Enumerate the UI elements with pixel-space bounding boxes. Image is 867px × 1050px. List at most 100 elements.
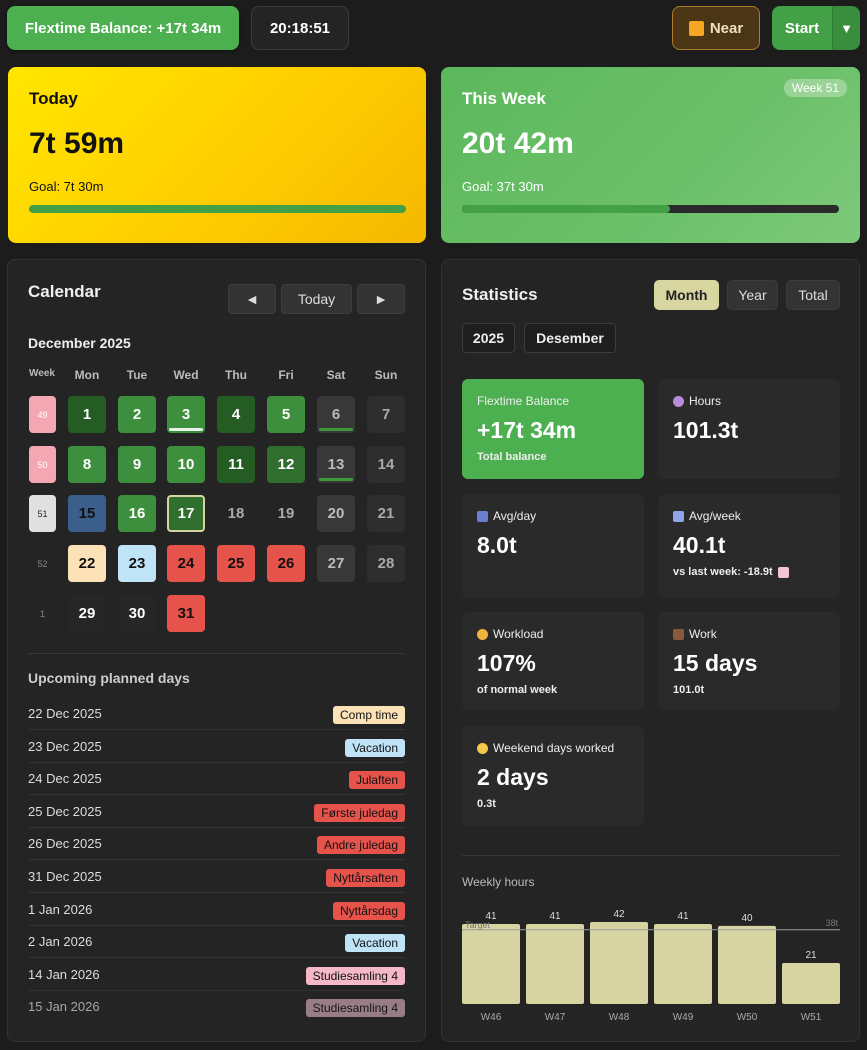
calendar-day[interactable]: 18: [217, 495, 255, 532]
upcoming-tag: Andre juledag: [316, 836, 405, 855]
upcoming-item[interactable]: 14 Jan 2026 Studiesamling 4: [28, 959, 405, 991]
bar-value-label: 41: [549, 911, 561, 922]
week-number: 52: [37, 558, 48, 569]
calendar-day[interactable]: 5: [267, 396, 305, 433]
upcoming-tag: Comp time: [332, 706, 405, 724]
calendar-day[interactable]: 22: [68, 545, 106, 582]
day-number: 13: [327, 456, 345, 473]
header-week: Week: [29, 368, 55, 379]
stat-label: Hours: [673, 394, 721, 408]
stat-value: 2 days: [477, 764, 549, 790]
upcoming-item[interactable]: 26 Dec 2025 Andre juledag: [28, 828, 405, 861]
stat-value: 101.3t: [673, 417, 739, 443]
calendar-day[interactable]: 12: [267, 446, 305, 483]
upcoming-date: 23 Dec 2025: [28, 738, 102, 754]
week-number-badge: Week 51: [783, 79, 847, 97]
calendar-day[interactable]: 27: [317, 545, 355, 582]
near-button[interactable]: Near: [672, 6, 760, 50]
tab-year[interactable]: Year: [727, 280, 778, 310]
upcoming-item[interactable]: 31 Dec 2025 Nyttårsaften: [28, 861, 405, 893]
upcoming-item[interactable]: 23 Dec 2025 Vacation: [28, 731, 405, 763]
calendar-day[interactable]: 4: [217, 396, 255, 433]
stat-label-text: Avg/week: [689, 509, 741, 523]
tab-total[interactable]: Total: [786, 280, 840, 310]
bar-W48[interactable]: [590, 922, 648, 1004]
calendar-day-today[interactable]: 17: [167, 495, 205, 532]
stat-sub: vs last week: -18.9t: [673, 566, 789, 578]
calendar-day[interactable]: 15: [68, 495, 106, 532]
stat-label: Work: [673, 627, 717, 641]
bar-W47[interactable]: [526, 923, 584, 1004]
x-tick-label: W50: [737, 1012, 758, 1023]
stat-card-avg-day: Avg/day 8.0t: [462, 494, 644, 598]
bar-W50[interactable]: [718, 925, 776, 1004]
day-underline: [319, 478, 353, 481]
calendar-day[interactable]: 11: [217, 446, 255, 483]
near-label: Near: [709, 19, 744, 37]
calendar-day[interactable]: 19: [267, 495, 305, 532]
calendar-day[interactable]: 16: [118, 495, 156, 532]
upcoming-item[interactable]: 25 Dec 2025 Første juledag: [28, 796, 405, 828]
bar-W51[interactable]: [782, 963, 840, 1004]
year-select[interactable]: 2025: [462, 323, 515, 353]
calendar-day[interactable]: 26: [267, 545, 305, 582]
calendar-day[interactable]: 31: [167, 595, 205, 632]
prev-month-button[interactable]: ◄: [228, 284, 276, 314]
calendar-day[interactable]: 7: [367, 396, 405, 433]
calendar-day[interactable]: 14: [367, 446, 405, 483]
upcoming-tag: Vacation: [345, 738, 405, 757]
calendar-day[interactable]: 10: [167, 446, 205, 483]
calendar-day[interactable]: 8: [68, 446, 106, 483]
calendar-day[interactable]: 20: [317, 495, 355, 532]
start-button[interactable]: Start: [772, 6, 832, 50]
calendar-day[interactable]: 2: [118, 396, 156, 433]
upcoming-item[interactable]: 15 Jan 2026 Studiesamling 4: [28, 991, 405, 1023]
header-thu: Thu: [225, 368, 247, 382]
start-dropdown-button[interactable]: ▼: [832, 6, 860, 50]
upcoming-item[interactable]: 22 Dec 2025 Comp time: [28, 698, 405, 730]
upcoming-item[interactable]: 24 Dec 2025 Julaften: [28, 763, 405, 796]
stat-label-text: Work: [689, 627, 717, 641]
bar-W49[interactable]: [654, 923, 712, 1004]
stat-value: 15 days: [673, 650, 758, 676]
stat-label-text: Avg/day: [493, 509, 537, 523]
x-tick-label: W47: [545, 1012, 566, 1023]
month-select[interactable]: Desember: [524, 323, 616, 353]
header-tue: Tue: [126, 368, 148, 382]
flexed-arm-icon: [477, 628, 488, 640]
upcoming-item[interactable]: 2 Jan 2026 Vacation: [28, 926, 405, 959]
calendar-day[interactable]: 29: [68, 595, 106, 632]
upcoming-item[interactable]: 1 Jan 2026 Nyttårsdag: [28, 894, 405, 926]
divider: [462, 855, 839, 856]
calendar-day[interactable]: 6: [317, 396, 355, 433]
next-month-button[interactable]: ►: [357, 284, 405, 314]
stat-value: +17t 34m: [477, 417, 577, 443]
header-sat: Sat: [326, 368, 346, 382]
tab-month[interactable]: Month: [654, 280, 719, 310]
trend-down-icon: [777, 566, 789, 578]
today-value: 7t 59m: [29, 127, 125, 160]
calendar-day[interactable]: 24: [167, 545, 205, 582]
calendar-day[interactable]: 13: [317, 446, 355, 483]
calendar-day[interactable]: 9: [118, 446, 156, 483]
calendar-day[interactable]: 21: [367, 495, 405, 532]
calendar-day[interactable]: 25: [217, 545, 255, 582]
calendar-day[interactable]: 23: [118, 545, 156, 582]
orange-square-icon: [688, 20, 704, 36]
stat-card-weekend: Weekend days worked 2 days 0.3t: [462, 726, 644, 826]
calendar-day[interactable]: 30: [118, 595, 156, 632]
start-split-button: Start ▼: [772, 6, 860, 50]
upcoming-date: 15 Jan 2026: [28, 999, 100, 1015]
divider: [28, 653, 405, 654]
calendar-day[interactable]: 1: [68, 396, 106, 433]
calendar-day[interactable]: 3: [167, 396, 205, 433]
week-goal: Goal: 37t 30m: [462, 179, 544, 194]
header-mon: Mon: [74, 368, 100, 382]
briefcase-icon: [673, 628, 684, 640]
bar-W46[interactable]: [462, 923, 520, 1004]
bar-value-label: 40: [741, 913, 753, 924]
top-bar: Flextime Balance: +17t 34m 20:18:51 Near…: [0, 0, 867, 56]
calendar-day[interactable]: 28: [367, 545, 405, 582]
flextime-balance-badge[interactable]: Flextime Balance: +17t 34m: [7, 6, 239, 50]
today-button[interactable]: Today: [281, 284, 352, 314]
